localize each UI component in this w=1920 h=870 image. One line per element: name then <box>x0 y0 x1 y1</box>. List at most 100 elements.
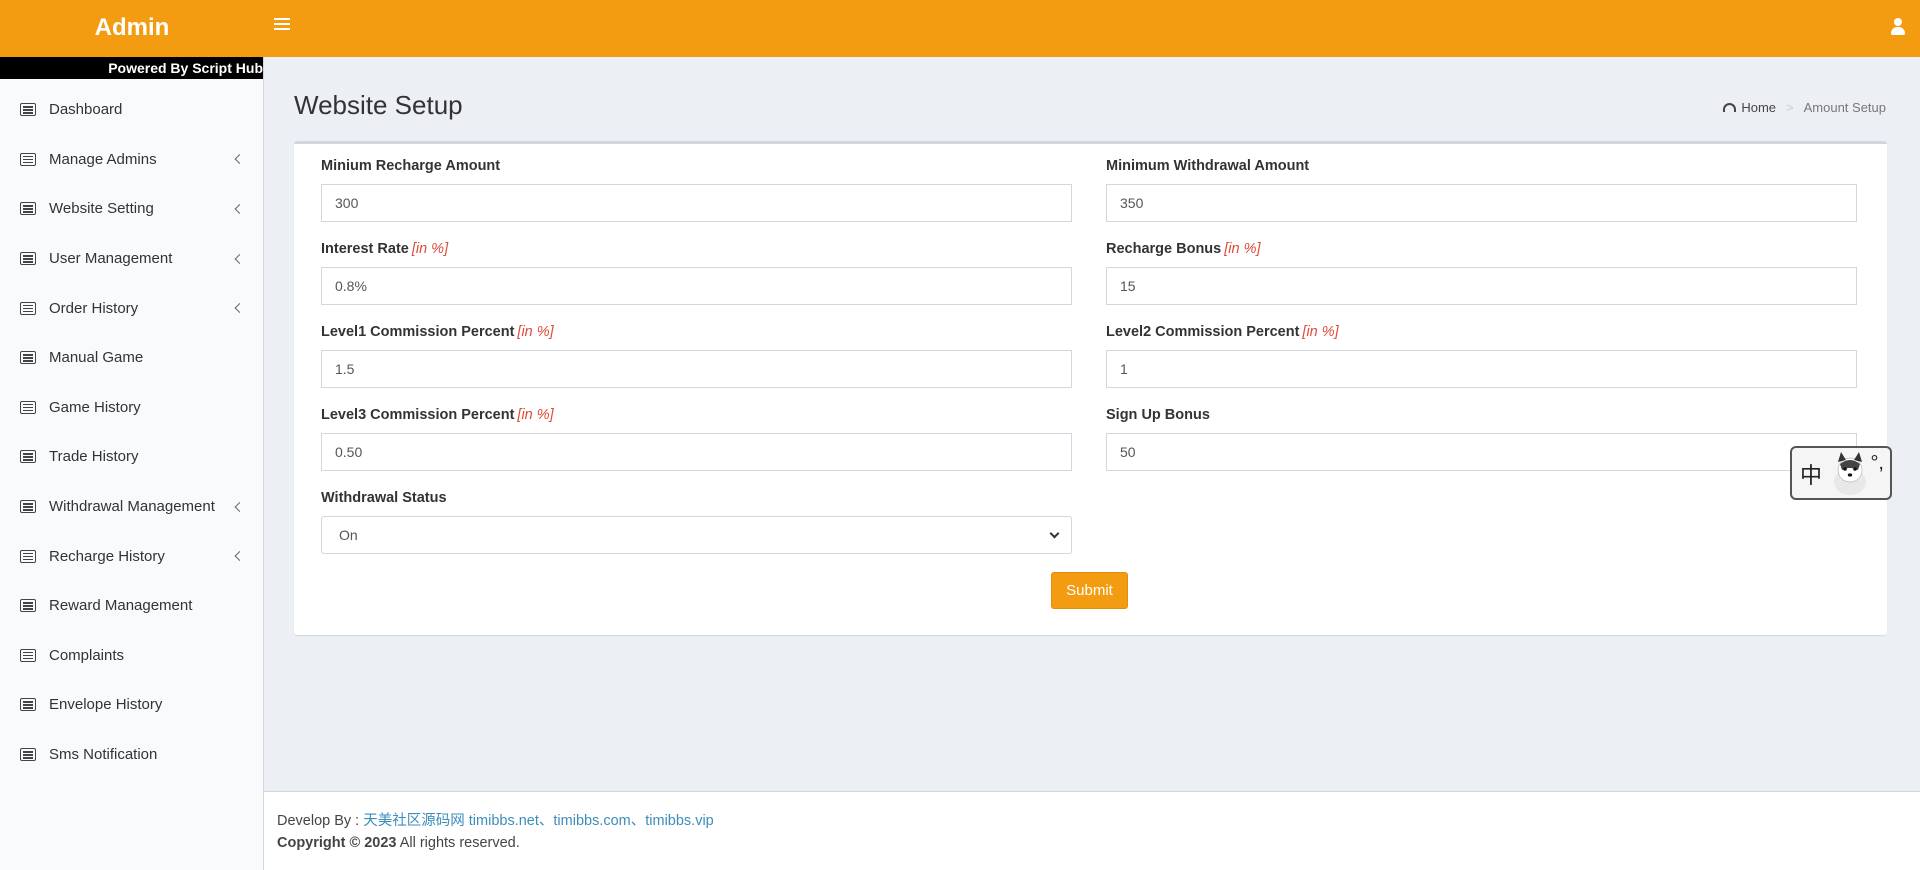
breadcrumb: Home > Amount Setup <box>1723 100 1886 115</box>
sidebar-item-trade-history[interactable]: Trade History <box>0 432 263 482</box>
sidebar-item-label: Manage Admins <box>49 150 157 168</box>
withdrawal-status-label: Withdrawal Status <box>321 490 447 506</box>
sidebar-item-label: Dashboard <box>49 101 123 119</box>
list-icon <box>20 301 36 315</box>
list-icon <box>20 351 36 365</box>
list-icon <box>20 152 36 166</box>
husky-dog-icon <box>1834 452 1866 495</box>
sidebar-item-complaints[interactable]: Complaints <box>0 631 263 681</box>
list-icon <box>20 648 36 662</box>
sidebar-item-reward-management[interactable]: Reward Management <box>0 581 263 631</box>
breadcrumb-current: Amount Setup <box>1803 100 1886 115</box>
bars-icon[interactable] <box>274 18 290 34</box>
recharge-bonus-label: Recharge Bonus [in %] <box>1106 241 1261 257</box>
app-logo[interactable]: Admin <box>0 0 264 57</box>
footer-copyright-line: Copyright © 2023 All rights reserved. <box>277 832 1920 854</box>
chevron-down-icon <box>1049 528 1060 539</box>
ime-widget[interactable]: 中 °, <box>1790 446 1892 500</box>
withdrawal-status-group: Withdrawal Status On <box>321 490 1072 554</box>
chevron-left-icon <box>234 204 245 214</box>
list-icon <box>20 400 36 414</box>
level2-commission-input[interactable] <box>1106 350 1857 388</box>
breadcrumb-separator: > <box>1786 100 1794 115</box>
sidebar-item-dashboard[interactable]: Dashboard <box>0 85 263 135</box>
level3-commission-group: Level3 Commission Percent [in %] <box>321 407 1072 471</box>
list-icon <box>20 748 36 762</box>
footer-rights: All rights reserved. <box>399 835 520 851</box>
footer-copyright: Copyright © 2023 <box>277 835 397 851</box>
sidebar-item-website-setting[interactable]: Website Setting <box>0 184 263 234</box>
interest-rate-label: Interest Rate [in %] <box>321 241 449 257</box>
withdrawal-status-select[interactable]: On <box>321 516 1072 554</box>
unit-hint: [in %] <box>517 407 554 423</box>
dashboard-icon <box>1723 103 1737 112</box>
sidebar-menu: Dashboard Manage Admins Website Setting Use… <box>0 85 263 779</box>
powered-by-banner: Powered By Script Hub <box>0 57 263 79</box>
sidebar-item-withdrawal-management[interactable]: Withdrawal Management <box>0 482 263 532</box>
unit-hint: [in %] <box>1302 324 1339 340</box>
list-icon <box>20 252 36 266</box>
min-recharge-input[interactable] <box>321 184 1072 222</box>
level3-commission-input[interactable] <box>321 433 1072 471</box>
sidebar-item-game-history[interactable]: Game History <box>0 383 263 433</box>
ime-mode-char: 中 <box>1800 463 1823 488</box>
sidebar-item-envelope-history[interactable]: Envelope History <box>0 680 263 730</box>
list-icon <box>20 500 36 514</box>
submit-button[interactable]: Submit <box>1051 572 1128 609</box>
chevron-left-icon <box>234 551 245 562</box>
unit-hint: [in %] <box>411 241 449 257</box>
sidebar-item-manage-admins[interactable]: Manage Admins <box>0 135 263 185</box>
sidebar-item-label: Order History <box>49 299 139 317</box>
level2-commission-group: Level2 Commission Percent [in %] <box>1106 324 1857 388</box>
footer-develop-line: Develop By : 天美社区源码网 timibbs.net、timibbs… <box>277 810 1920 832</box>
breadcrumb-home[interactable]: Home <box>1741 100 1776 115</box>
interest-rate-group: Interest Rate [in %] <box>321 241 1072 305</box>
unit-hint: [in %] <box>1224 241 1261 257</box>
signup-bonus-input[interactable] <box>1106 433 1857 471</box>
sidebar-item-label: Withdrawal Management <box>49 498 215 516</box>
ime-punct-mode: °, <box>1870 452 1884 474</box>
chevron-left-icon <box>234 501 245 512</box>
list-icon <box>20 202 36 216</box>
sidebar-item-label: Reward Management <box>49 597 193 615</box>
list-icon <box>20 698 36 712</box>
footer-develop-links[interactable]: 天美社区源码网 timibbs.net、timibbs.com、timibbs.… <box>363 813 713 829</box>
level3-commission-label: Level3 Commission Percent [in %] <box>321 407 554 423</box>
level1-commission-input[interactable] <box>321 350 1072 388</box>
top-header: Admin <box>0 0 1920 57</box>
recharge-bonus-input[interactable] <box>1106 267 1857 305</box>
sidebar-item-label: Trade History <box>49 448 139 466</box>
user-icon[interactable] <box>1890 18 1906 36</box>
sidebar-item-manual-game[interactable]: Manual Game <box>0 333 263 383</box>
sidebar-item-label: Game History <box>49 398 141 416</box>
chevron-left-icon <box>234 303 245 314</box>
sidebar-item-sms-notification[interactable]: Sms Notification <box>0 730 263 780</box>
list-icon <box>20 599 36 613</box>
min-recharge-group: Minium Recharge Amount <box>321 158 1072 222</box>
signup-bonus-group: Sign Up Bonus <box>1106 407 1857 471</box>
sidebar-item-label: User Management <box>49 250 173 268</box>
chevron-left-icon <box>234 154 245 165</box>
sidebar-item-label: Sms Notification <box>49 746 158 764</box>
sidebar-item-label: Complaints <box>49 646 125 664</box>
sidebar-item-order-history[interactable]: Order History <box>0 283 263 333</box>
sidebar-item-label: Recharge History <box>49 547 165 565</box>
level1-commission-group: Level1 Commission Percent [in %] <box>321 324 1072 388</box>
footer: Develop By : 天美社区源码网 timibbs.net、timibbs… <box>264 791 1920 870</box>
list-icon <box>20 103 36 117</box>
sidebar-item-label: Website Setting <box>49 200 154 218</box>
level2-commission-label: Level2 Commission Percent [in %] <box>1106 324 1339 340</box>
sidebar-item-user-management[interactable]: User Management <box>0 234 263 284</box>
min-recharge-label: Minium Recharge Amount <box>321 158 501 174</box>
footer-develop-prefix: Develop By : <box>277 813 360 829</box>
amount-setup-form: Minium Recharge Amount Minimum Withdrawa… <box>294 141 1887 635</box>
chevron-left-icon <box>234 253 245 264</box>
page-title: Website Setup <box>294 90 463 120</box>
interest-rate-input[interactable] <box>321 267 1072 305</box>
unit-hint: [in %] <box>517 324 554 340</box>
min-withdrawal-input[interactable] <box>1106 184 1857 222</box>
withdrawal-status-value: On <box>339 527 358 543</box>
sidebar-item-recharge-history[interactable]: Recharge History <box>0 531 263 581</box>
min-withdrawal-label: Minimum Withdrawal Amount <box>1106 158 1310 174</box>
recharge-bonus-group: Recharge Bonus [in %] <box>1106 241 1857 305</box>
